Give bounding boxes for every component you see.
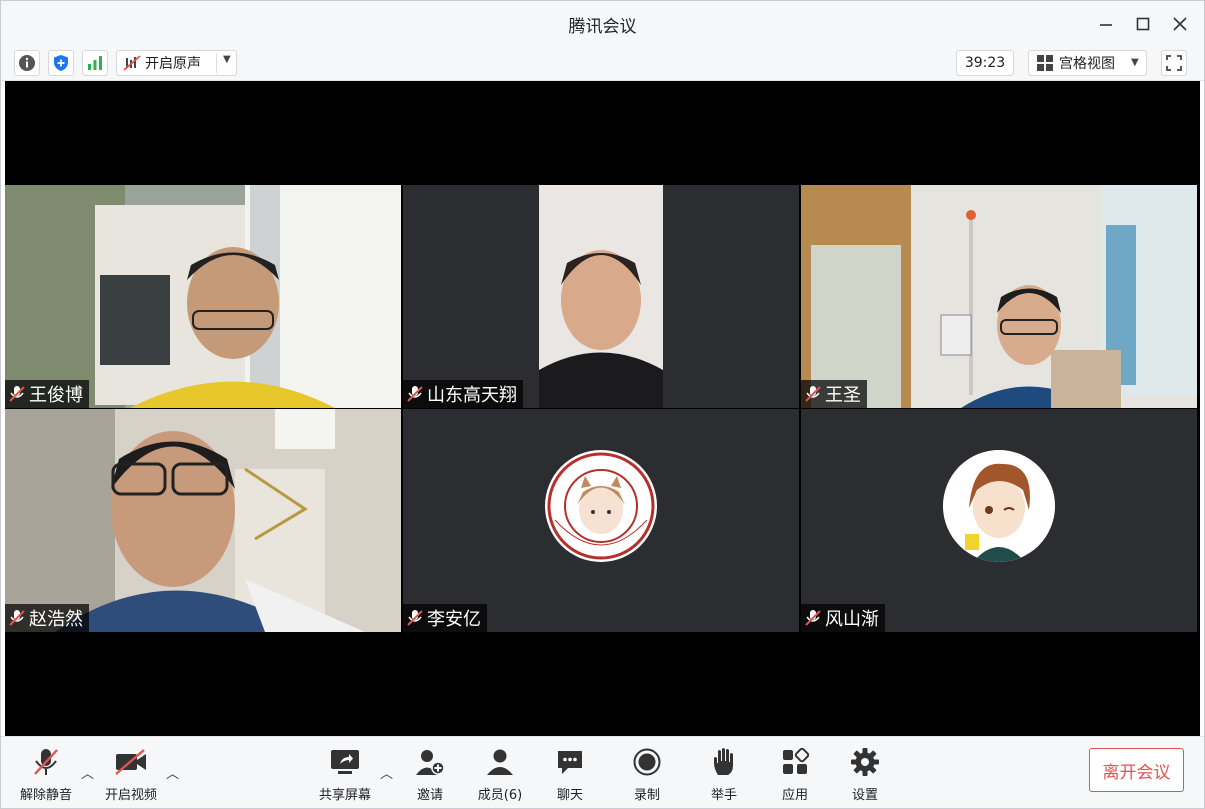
window-title: 腾讯会议 — [568, 17, 637, 37]
raise-hand-button[interactable]: 举手 — [692, 745, 756, 805]
participant-name: 王俊博 — [29, 385, 83, 406]
original-sound-icon — [123, 55, 141, 71]
participant-name-bar: 王俊博 — [5, 380, 89, 408]
record-icon — [633, 748, 661, 776]
anime-avatar-icon — [943, 450, 1055, 562]
invite-button[interactable]: 邀请 — [398, 745, 462, 805]
university-logo-icon — [547, 452, 655, 560]
grid-view-icon — [1037, 55, 1053, 71]
chat-button[interactable]: 聊天 — [538, 745, 602, 805]
participant-name: 王圣 — [825, 385, 861, 406]
participant-tile[interactable]: 李安亿 — [403, 409, 799, 632]
participant-video — [403, 185, 799, 408]
participant-tile[interactable]: 王圣 — [801, 185, 1197, 408]
raise-hand-icon — [714, 748, 733, 775]
start-video-button[interactable]: 开启视频 — [99, 745, 163, 805]
participant-name: 风山渐 — [825, 609, 879, 630]
participant-tile[interactable]: 王俊博 — [5, 185, 401, 408]
participant-name: 赵浩然 — [29, 609, 83, 630]
security-button[interactable] — [48, 50, 74, 76]
share-screen-icon — [331, 750, 359, 774]
participant-name-bar: 赵浩然 — [5, 604, 89, 632]
participant-name-bar: 风山渐 — [801, 604, 885, 632]
chat-icon — [558, 751, 582, 774]
record-button[interactable]: 录制 — [615, 745, 679, 805]
minimize-icon[interactable] — [1093, 11, 1119, 37]
apps-icon — [783, 748, 809, 774]
info-icon — [19, 55, 35, 71]
video-grid: 王俊博 山东高天翔 王圣 赵浩然 李安亿 风山渐 — [5, 81, 1200, 736]
info-button[interactable] — [14, 50, 40, 76]
apps-button[interactable]: 应用 — [763, 745, 827, 805]
chevron-up-icon[interactable]: ︿ — [81, 763, 94, 782]
members-icon — [487, 749, 513, 775]
view-mode-dropdown[interactable]: 宫格视图 ▼ — [1028, 50, 1147, 76]
leave-meeting-button[interactable]: 离开会议 — [1089, 748, 1184, 792]
original-sound-dropdown[interactable]: 开启原声 ▼ — [116, 50, 237, 76]
original-sound-label: 开启原声 — [145, 56, 201, 72]
participant-name: 山东高天翔 — [427, 385, 517, 406]
shield-icon — [54, 55, 68, 71]
microphone-muted-icon — [34, 749, 58, 775]
meeting-timer: 39:23 — [956, 50, 1014, 76]
participant-video — [5, 409, 401, 632]
chevron-up-icon[interactable]: ︿ — [380, 763, 393, 782]
participant-video — [5, 185, 401, 408]
unmute-button[interactable]: 解除静音 — [14, 745, 78, 805]
chevron-down-icon: ▼ — [1131, 57, 1139, 68]
chevron-down-icon[interactable]: ▼ — [223, 54, 231, 65]
avatar — [545, 450, 657, 562]
share-screen-button[interactable]: 共享屏幕 — [313, 745, 377, 805]
invite-icon — [416, 750, 445, 775]
fullscreen-icon — [1166, 55, 1182, 71]
mic-muted-icon — [805, 610, 821, 626]
title-bar: 腾讯会议 — [1, 1, 1204, 45]
close-icon[interactable] — [1167, 11, 1193, 37]
participant-tile[interactable]: 山东高天翔 — [403, 185, 799, 408]
participant-name-bar: 李安亿 — [403, 604, 487, 632]
fullscreen-button[interactable] — [1161, 50, 1187, 76]
mic-muted-icon — [9, 386, 25, 402]
maximize-icon[interactable] — [1130, 11, 1156, 37]
members-button[interactable]: 成员(6) — [468, 745, 532, 805]
participant-tile[interactable]: 赵浩然 — [5, 409, 401, 632]
chevron-up-icon[interactable]: ︿ — [166, 763, 179, 782]
settings-button[interactable]: 设置 — [833, 745, 897, 805]
participant-tile[interactable]: 风山渐 — [801, 409, 1197, 632]
camera-off-icon — [115, 749, 146, 775]
avatar — [943, 450, 1055, 562]
participant-video — [801, 185, 1197, 408]
gear-icon — [851, 748, 879, 776]
signal-icon — [88, 56, 102, 70]
meeting-window: 腾讯会议 开启原声 ▼ 39:23 宫格视图 ▼ 王俊博 山东高天翔 王圣 赵浩… — [0, 0, 1205, 809]
meeting-toolbar: 开启原声 ▼ 39:23 宫格视图 ▼ — [1, 45, 1204, 81]
mic-muted-icon — [9, 610, 25, 626]
mic-muted-icon — [407, 610, 423, 626]
view-mode-label: 宫格视图 — [1059, 56, 1115, 72]
control-bar: 解除静音 ︿ 开启视频 ︿ 共享屏幕 ︿ 邀请 成员(6) 聊天 录制 举手 应… — [1, 736, 1204, 808]
participant-name: 李安亿 — [427, 609, 481, 630]
participant-name-bar: 山东高天翔 — [403, 380, 523, 408]
participant-name-bar: 王圣 — [801, 380, 867, 408]
network-signal-button[interactable] — [82, 50, 108, 76]
mic-muted-icon — [805, 386, 821, 402]
mic-muted-icon — [407, 386, 423, 402]
